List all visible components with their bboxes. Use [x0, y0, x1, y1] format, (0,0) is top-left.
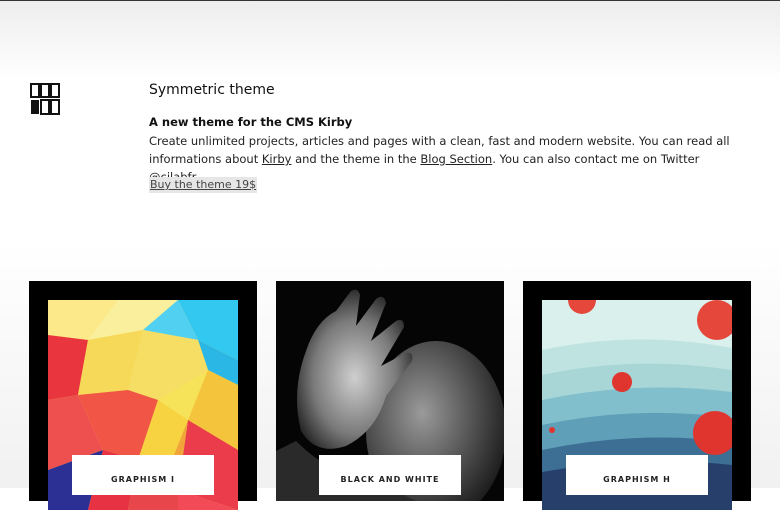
project-label[interactable]: BLACK AND WHITE [319, 455, 461, 495]
project-card-graphism-i[interactable]: GRAPHISM I [29, 281, 257, 510]
project-card-graphism-h[interactable]: GRAPHISM H [523, 281, 751, 510]
project-card-black-and-white[interactable]: BLACK AND WHITE [276, 281, 504, 501]
blog-section-link[interactable]: Blog Section [420, 152, 492, 166]
project-label[interactable]: GRAPHISM H [566, 455, 708, 495]
desc-text: . You can also contact me on Twitter [492, 152, 700, 166]
desc-text: and the theme in the [291, 152, 421, 166]
site-title: Symmetric theme [149, 82, 275, 98]
header-background [0, 1, 780, 81]
kirby-link[interactable]: Kirby [262, 152, 292, 166]
buy-theme-link[interactable]: Buy the theme 19$ [149, 177, 258, 193]
site-subtitle: A new theme for the CMS Kirby [149, 115, 353, 129]
project-label[interactable]: GRAPHISM I [72, 455, 214, 495]
site-logo-icon[interactable] [30, 83, 60, 115]
